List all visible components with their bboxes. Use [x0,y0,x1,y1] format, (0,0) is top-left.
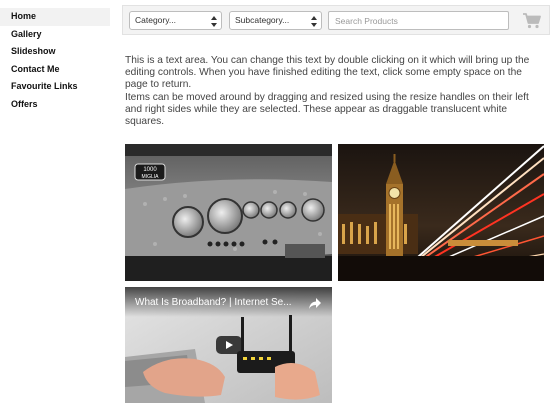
car-dashboard-image: 1000 MIGLIA [125,144,332,281]
play-button[interactable] [216,336,242,354]
nav-item-favourite-links[interactable]: Favourite Links [0,78,110,96]
svg-text:1000: 1000 [143,167,157,173]
cart-icon[interactable] [521,11,543,30]
sidebar-nav: Home Gallery Slideshow Contact Me Favour… [0,8,110,113]
play-icon [226,341,233,349]
video-player[interactable]: What Is Broadband? | Internet Se... [125,287,332,403]
svg-text:MIGLIA: MIGLIA [142,174,160,180]
editable-text-area[interactable]: This is a text area. You can change this… [125,55,547,128]
nav-item-gallery[interactable]: Gallery [0,26,110,44]
select-arrows-icon [211,13,217,27]
text-paragraph-1: This is a text area. You can change this… [125,55,530,91]
video-title[interactable]: What Is Broadband? | Internet Se... [135,297,292,308]
nav-item-slideshow[interactable]: Slideshow [0,43,110,61]
share-icon[interactable] [309,296,321,309]
select-arrows-icon [311,13,317,27]
nav-item-contact-me[interactable]: Contact Me [0,61,110,79]
big-ben-night-image [338,144,544,281]
category-select-value: Category... [135,15,176,25]
subcategory-select[interactable]: Subcategory... [229,11,322,30]
search-products-input[interactable] [328,11,509,30]
page: Home Gallery Slideshow Contact Me Favour… [0,0,555,412]
subcategory-select-value: Subcategory... [235,15,290,25]
category-select[interactable]: Category... [129,11,222,30]
nav-item-offers[interactable]: Offers [0,96,110,114]
nav-item-home[interactable]: Home [0,8,110,26]
text-paragraph-2: Items can be moved around by dragging an… [125,91,529,128]
product-filter-bar: Category... Subcategory... [122,5,550,35]
